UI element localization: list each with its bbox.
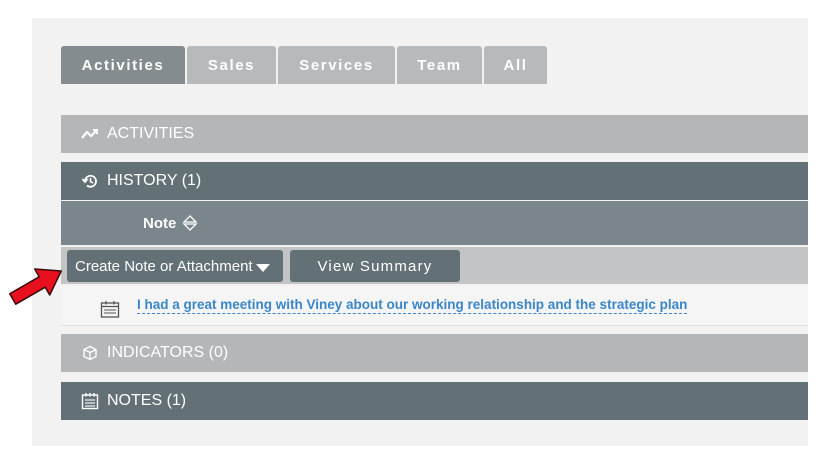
indicators-section-title: INDICATORS (0) bbox=[107, 344, 229, 361]
tab-team[interactable]: Team bbox=[397, 46, 482, 84]
sort-icon[interactable] bbox=[182, 215, 198, 231]
caret-down-icon bbox=[255, 264, 270, 272]
notes-section-title: NOTES (1) bbox=[107, 392, 187, 409]
history-note-link[interactable]: I had a great meeting with Viney about o… bbox=[137, 297, 688, 314]
cube-icon bbox=[81, 344, 99, 362]
tab-services[interactable]: Services bbox=[278, 46, 395, 84]
indicators-section-header[interactable]: INDICATORS (0) bbox=[61, 334, 808, 372]
history-section-title: HISTORY (1) bbox=[107, 172, 202, 189]
view-summary-button[interactable]: View Summary bbox=[290, 250, 460, 282]
history-icon bbox=[81, 172, 99, 190]
callout-arrow-icon bbox=[6, 262, 68, 313]
tab-sales[interactable]: Sales bbox=[187, 46, 276, 84]
activities-section-title: ACTIVITIES bbox=[107, 125, 195, 142]
tab-all[interactable]: All bbox=[484, 46, 547, 84]
tab-activities[interactable]: Activities bbox=[61, 46, 185, 84]
view-summary-label: View Summary bbox=[317, 257, 433, 275]
create-note-or-attachment-button[interactable]: Create Note or Attachment bbox=[67, 250, 283, 282]
history-section-header[interactable]: HISTORY (1) bbox=[61, 162, 808, 200]
notes-section-header[interactable]: NOTES (1) bbox=[61, 382, 808, 420]
calendar-icon bbox=[100, 300, 120, 323]
activities-section-header[interactable]: ACTIVITIES bbox=[61, 115, 808, 153]
create-note-label: Create Note or Attachment bbox=[75, 257, 253, 275]
note-column-header[interactable]: Note bbox=[143, 215, 176, 232]
tab-bar: Activities Sales Services Team All bbox=[61, 46, 547, 84]
notepad-icon bbox=[81, 392, 99, 410]
trend-line-icon bbox=[81, 125, 99, 143]
history-table-header: Note bbox=[61, 201, 808, 245]
